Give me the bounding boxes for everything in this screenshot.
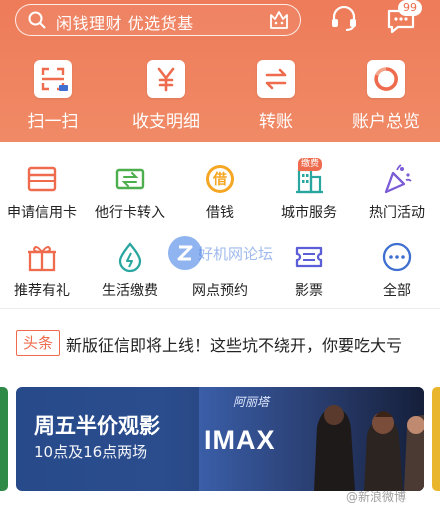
transfer-icon	[257, 60, 295, 98]
assistant-cat-icon[interactable]	[268, 9, 290, 31]
borrow-icon: 借	[203, 162, 237, 196]
service-label: 生活缴费	[102, 283, 158, 299]
account-overview-icon	[367, 60, 405, 98]
promo-banner[interactable]: 周五半价观影 10点及16点两场 IMAX 阿丽塔	[16, 387, 424, 491]
borrow-glyph: 借	[213, 172, 227, 188]
party-popper-icon	[380, 162, 414, 196]
scan-icon	[34, 60, 72, 98]
search-bar[interactable]: 闲钱理财 优选货基	[15, 4, 301, 36]
water-drop-icon	[113, 240, 147, 274]
movie-ticket-icon	[292, 240, 326, 274]
service-label: 借钱	[206, 205, 234, 221]
service-label: 他行卡转入	[95, 205, 165, 221]
headline-text: 新版征信即将上线！这些坑不绕开，你要吃大亏	[66, 336, 403, 355]
service-label: 全部	[383, 283, 411, 299]
service-referral-gift[interactable]: 推荐有礼	[0, 240, 86, 300]
service-label: 城市服务	[281, 205, 337, 221]
forum-logo-icon	[168, 236, 202, 270]
service-city-services[interactable]: 城市服务	[265, 162, 353, 222]
service-other-bank-transfer-in[interactable]: 他行卡转入	[86, 162, 174, 222]
card-transfer-in-icon	[113, 162, 147, 196]
section-divider	[0, 308, 440, 309]
quick-action-transfer[interactable]: 转账	[236, 60, 316, 132]
headline-news[interactable]: 头条 新版征信即将上线！这些坑不绕开，你要吃大亏	[16, 330, 440, 358]
service-hot-events[interactable]: 热门活动	[353, 162, 440, 222]
service-utility-payment[interactable]: 生活缴费	[86, 240, 174, 300]
search-placeholder: 闲钱理财 优选货基	[56, 14, 194, 33]
headline-tag: 头条	[16, 330, 61, 356]
service-borrow[interactable]: 借 借钱	[176, 162, 264, 222]
gift-icon	[25, 240, 59, 274]
quick-action-label: 转账	[259, 112, 293, 132]
quick-action-scan[interactable]: 扫一扫	[13, 60, 93, 132]
service-apply-credit-card[interactable]: 申请信用卡	[0, 162, 86, 222]
credit-card-icon	[25, 162, 59, 196]
weibo-watermark: @新浪微博	[346, 490, 407, 504]
payment-tag: 缴费	[298, 158, 323, 171]
yen-icon	[147, 60, 185, 98]
service-label: 申请信用卡	[7, 205, 77, 221]
movie-title: 阿丽塔	[233, 395, 270, 409]
service-label: 网点预约	[192, 283, 248, 299]
service-movie-tickets[interactable]: 影票	[265, 240, 353, 300]
quick-action-label: 扫一扫	[27, 112, 79, 132]
quick-action-label: 账户总览	[352, 112, 420, 132]
banner-subtitle: 10点及16点两场	[34, 443, 148, 461]
service-label: 影票	[295, 283, 323, 299]
search-icon	[28, 11, 46, 29]
banner-title: 周五半价观影	[34, 414, 160, 438]
more-icon	[380, 240, 414, 274]
quick-action-account-overview[interactable]: 账户总览	[346, 60, 426, 132]
message-badge: 99	[398, 0, 422, 16]
customer-service-icon[interactable]	[330, 4, 358, 32]
service-all[interactable]: 全部	[353, 240, 440, 300]
carousel-prev-peek[interactable]	[0, 387, 8, 491]
quick-action-label: 收支明细	[132, 112, 200, 132]
service-label: 热门活动	[369, 205, 425, 221]
service-label: 推荐有礼	[14, 283, 70, 299]
carousel-next-peek[interactable]	[432, 387, 440, 491]
imax-logo: IMAX	[204, 425, 276, 455]
forum-watermark-text: 好机网论坛	[198, 245, 274, 263]
quick-action-transactions[interactable]: 收支明细	[126, 60, 206, 132]
